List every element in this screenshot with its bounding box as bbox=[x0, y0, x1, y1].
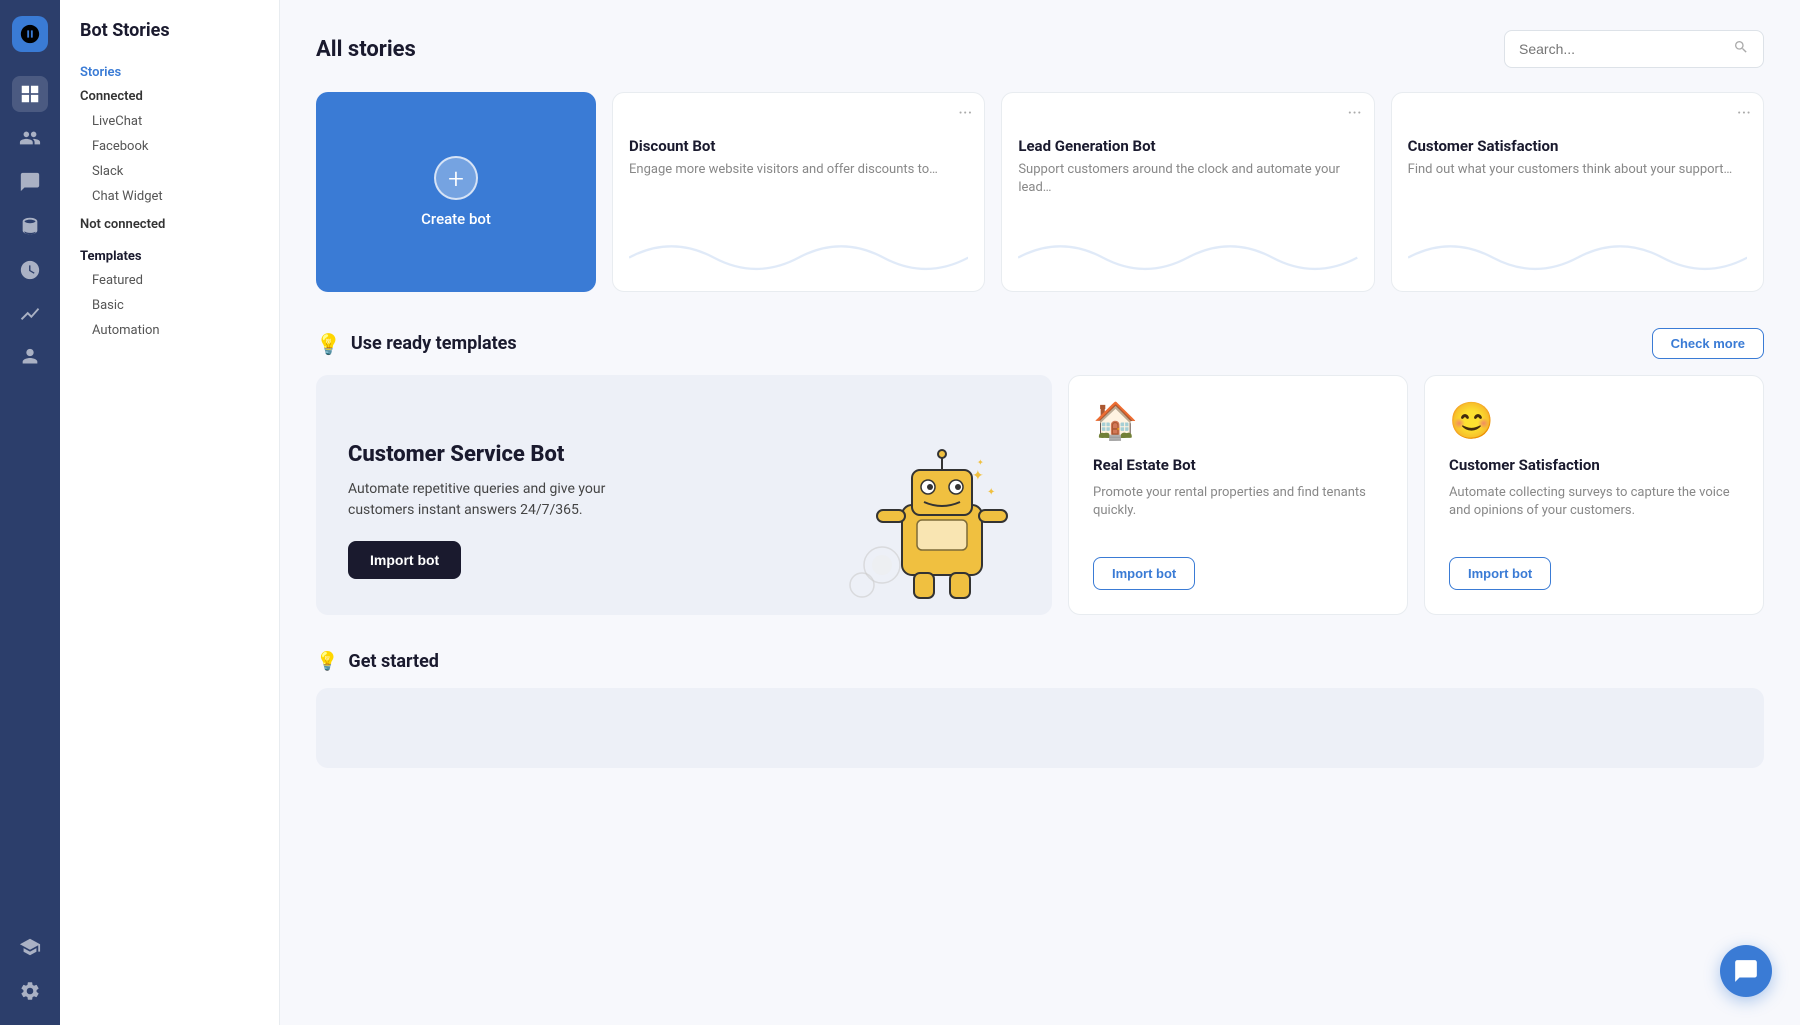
search-icon bbox=[1733, 39, 1749, 59]
get-started-title: Get started bbox=[348, 651, 439, 672]
discount-bot-more-btn[interactable]: ··· bbox=[958, 105, 972, 123]
nav-settings-icon[interactable] bbox=[12, 973, 48, 1009]
svg-text:✦: ✦ bbox=[972, 468, 984, 484]
csat-template-card: 😊 Customer Satisfaction Automate collect… bbox=[1424, 375, 1764, 615]
customer-sat-card[interactable]: ··· Customer Satisfaction Find out what … bbox=[1391, 92, 1764, 292]
real-estate-desc: Promote your rental properties and find … bbox=[1093, 484, 1383, 547]
csat-template-desc: Automate collecting surveys to capture t… bbox=[1449, 484, 1739, 547]
sidebar-item-basic[interactable]: Basic bbox=[60, 293, 279, 318]
lead-gen-bot-card[interactable]: ··· Lead Generation Bot Support customer… bbox=[1001, 92, 1374, 292]
lead-gen-bot-wave bbox=[1018, 235, 1357, 275]
create-bot-label: Create bot bbox=[421, 210, 491, 228]
real-estate-import-button[interactable]: Import bot bbox=[1093, 557, 1195, 590]
csat-import-button[interactable]: Import bot bbox=[1449, 557, 1551, 590]
lead-gen-bot-title: Lead Generation Bot bbox=[1018, 137, 1357, 155]
search-box[interactable] bbox=[1504, 30, 1764, 68]
nav-clock-icon[interactable] bbox=[12, 252, 48, 288]
sidebar-item-chat-widget[interactable]: Chat Widget bbox=[60, 184, 279, 209]
sidebar-stories-label[interactable]: Stories bbox=[60, 57, 279, 84]
real-estate-title: Real Estate Bot bbox=[1093, 456, 1383, 474]
nav-education-icon[interactable] bbox=[12, 929, 48, 965]
create-plus-icon: + bbox=[434, 156, 478, 200]
template-featured-card: Customer Service Bot Automate repetitive… bbox=[316, 375, 1052, 615]
float-chat-button[interactable] bbox=[1720, 945, 1772, 997]
featured-card-desc: Automate repetitive queries and give you… bbox=[348, 479, 668, 521]
customer-sat-desc: Find out what your customers think about… bbox=[1408, 161, 1747, 235]
nav-users-icon[interactable] bbox=[12, 120, 48, 156]
discount-bot-title: Discount Bot bbox=[629, 137, 968, 155]
bulb-icon: 💡 bbox=[316, 332, 341, 356]
create-bot-card[interactable]: + Create bot bbox=[316, 92, 596, 292]
nav-team-icon[interactable] bbox=[12, 340, 48, 376]
nav-chat-icon[interactable] bbox=[12, 164, 48, 200]
customer-sat-more-btn[interactable]: ··· bbox=[1737, 105, 1751, 123]
check-more-button[interactable]: Check more bbox=[1652, 328, 1764, 359]
sidebar-item-not-connected: Not connected bbox=[60, 209, 279, 237]
real-estate-icon: 🏠 bbox=[1093, 400, 1383, 442]
get-started-header: 💡 Get started bbox=[316, 651, 1764, 672]
all-stories-row: + Create bot ··· Discount Bot Engage mor… bbox=[316, 92, 1764, 292]
nav-dashboard-icon[interactable] bbox=[12, 76, 48, 112]
csat-template-title: Customer Satisfaction bbox=[1449, 456, 1739, 474]
svg-text:✦: ✦ bbox=[987, 487, 995, 498]
sidebar-item-connected: Connected bbox=[60, 84, 279, 109]
nav-chart-icon[interactable] bbox=[12, 296, 48, 332]
lead-gen-bot-more-btn[interactable]: ··· bbox=[1348, 105, 1362, 123]
sidebar-item-slack[interactable]: Slack bbox=[60, 159, 279, 184]
search-input[interactable] bbox=[1519, 41, 1725, 57]
page-title: All stories bbox=[316, 37, 416, 62]
real-estate-bot-card: 🏠 Real Estate Bot Promote your rental pr… bbox=[1068, 375, 1408, 615]
nav-database-icon[interactable] bbox=[12, 208, 48, 244]
discount-bot-card[interactable]: ··· Discount Bot Engage more website vis… bbox=[612, 92, 985, 292]
discount-bot-wave bbox=[629, 235, 968, 275]
template-cards-row: Customer Service Bot Automate repetitive… bbox=[316, 375, 1764, 615]
app-icon[interactable] bbox=[12, 16, 48, 52]
get-started-card bbox=[316, 688, 1764, 768]
featured-card-title: Customer Service Bot bbox=[348, 442, 1020, 467]
header: All stories bbox=[316, 30, 1764, 68]
icon-bar bbox=[0, 0, 60, 1025]
sidebar-title: Bot Stories bbox=[60, 20, 279, 57]
sidebar-templates-label[interactable]: Templates bbox=[60, 237, 279, 268]
sidebar: Bot Stories Stories Connected LiveChat F… bbox=[60, 0, 280, 1025]
lead-gen-bot-desc: Support customers around the clock and a… bbox=[1018, 161, 1357, 235]
main-content: All stories + Create bot ··· Discount Bo… bbox=[280, 0, 1800, 1025]
get-started-bulb-icon: 💡 bbox=[316, 651, 338, 672]
sidebar-item-facebook[interactable]: Facebook bbox=[60, 134, 279, 159]
discount-bot-desc: Engage more website visitors and offer d… bbox=[629, 161, 968, 235]
templates-section-header: 💡 Use ready templates Check more bbox=[316, 328, 1764, 359]
sidebar-item-featured[interactable]: Featured bbox=[60, 268, 279, 293]
featured-import-button[interactable]: Import bot bbox=[348, 541, 461, 579]
templates-section-title: 💡 Use ready templates bbox=[316, 332, 517, 356]
sidebar-item-livechat[interactable]: LiveChat bbox=[60, 109, 279, 134]
customer-sat-title: Customer Satisfaction bbox=[1408, 137, 1747, 155]
sidebar-item-automation[interactable]: Automation bbox=[60, 318, 279, 343]
csat-template-icon: 😊 bbox=[1449, 400, 1739, 442]
customer-sat-wave bbox=[1408, 235, 1747, 275]
